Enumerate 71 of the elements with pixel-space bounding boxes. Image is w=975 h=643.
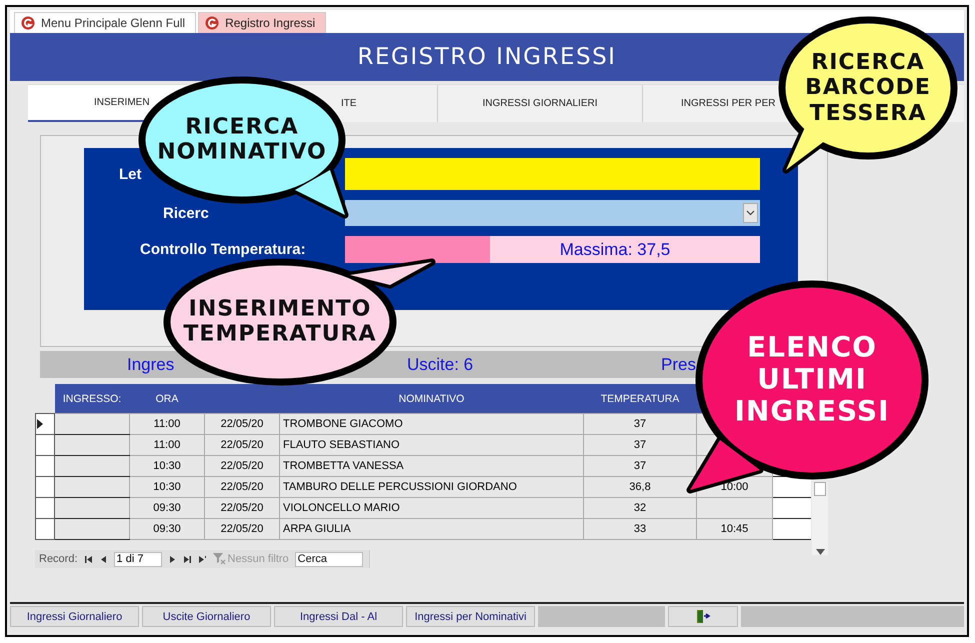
- table-cell: 36,8: [629, 481, 651, 493]
- report-button[interactable]: Ingressi Giornaliero: [10, 606, 139, 627]
- search-field[interactable]: Cerca: [294, 552, 363, 566]
- record-selector[interactable]: [36, 476, 54, 498]
- column-header: INGRESSO:: [62, 392, 122, 404]
- table-cell: 10:30: [153, 481, 181, 493]
- column-header: TEMPERATURA: [600, 392, 680, 404]
- chevron-down-icon: [746, 210, 755, 216]
- summary-count: Uscite: 6: [407, 354, 474, 374]
- table-cell: 09:30: [153, 502, 181, 514]
- next-record-icon[interactable]: [168, 554, 177, 564]
- max-temperature: Massima: 37,5: [560, 240, 670, 260]
- summary-count: Pres: [661, 354, 696, 374]
- last-record-icon[interactable]: [182, 554, 192, 564]
- column-header: ORA: [156, 392, 178, 404]
- table-cell: 11:00: [154, 418, 180, 430]
- scroll-down-icon[interactable]: [816, 549, 824, 555]
- record-selector[interactable]: [36, 414, 54, 434]
- exit-button[interactable]: [668, 606, 738, 627]
- table-cell: 22/05/20: [220, 418, 264, 430]
- table-cell: 22/05/20: [220, 481, 264, 493]
- table-cell: TROMBONE GIACOMO: [283, 418, 403, 430]
- new-record-icon[interactable]: [198, 554, 207, 564]
- table-cell: 09:30: [153, 523, 181, 535]
- document-tab[interactable]: Menu Principale Glenn Full: [14, 12, 196, 33]
- record-position-field[interactable]: 1 di 7: [114, 552, 162, 566]
- table-cell: 10:45: [720, 523, 748, 535]
- table-cell: 32: [634, 502, 646, 514]
- document-tab[interactable]: Registro Ingressi: [198, 12, 326, 33]
- table-cell: 37: [634, 439, 646, 451]
- app-icon: [21, 16, 35, 30]
- record-selector[interactable]: [36, 518, 54, 540]
- field-label: Ricerc: [163, 204, 209, 222]
- form-title: REGISTRO INGRESSI: [358, 44, 616, 70]
- scrollbar-thumb[interactable]: [814, 482, 826, 496]
- table-cell: ARPA GIULIA: [283, 523, 351, 535]
- previous-record-icon[interactable]: [98, 554, 108, 564]
- callout-text: INSERIMENTO TEMPERATURA: [183, 296, 377, 348]
- record-selector[interactable]: [36, 434, 54, 456]
- table-cell: 22/05/20: [220, 523, 264, 535]
- table-cell: 22/05/20: [220, 439, 264, 451]
- record-selector[interactable]: [36, 498, 54, 518]
- callout-text: ELENCO ULTIMI INGRESSI: [734, 332, 890, 428]
- table-cell: TROMBETTA VANESSA: [283, 460, 404, 472]
- table-cell: 10:00: [720, 481, 748, 493]
- field-label: Controllo Temperatura:: [140, 241, 306, 258]
- app-icon: [205, 16, 220, 30]
- table-cell: 11:00: [154, 439, 180, 451]
- filter-icon: [212, 553, 226, 565]
- barcode-field[interactable]: [345, 158, 760, 190]
- table-cell: 22/05/20: [220, 460, 264, 472]
- column-header: NOMINATIVO: [398, 392, 464, 404]
- current-record-icon: [36, 419, 44, 429]
- table-cell: 10:30: [153, 460, 181, 472]
- table-cell: VIOLONCELLO MARIO: [283, 502, 400, 514]
- scrollbar[interactable]: [812, 482, 828, 555]
- door-exit-icon: [695, 609, 711, 624]
- table-cell: 37: [634, 418, 646, 430]
- table-cell: 37: [634, 460, 646, 472]
- table-cell: TAMBURO DELLE PERCUSSIONI GIORDANO: [283, 481, 517, 493]
- record-selector[interactable]: [36, 456, 54, 476]
- report-button[interactable]: Ingressi per Nominativi: [406, 606, 535, 627]
- report-button[interactable]: Ingressi Dal - Al: [274, 606, 403, 627]
- summary-count: Ingres: [127, 354, 174, 374]
- first-record-icon[interactable]: [84, 554, 93, 564]
- field-label: Let: [119, 166, 142, 182]
- table-cell: 22/05/20: [220, 502, 264, 514]
- report-button[interactable]: Uscite Giornaliero: [142, 606, 271, 627]
- record-label: Record:: [39, 553, 78, 565]
- table-cell: 33: [634, 523, 646, 535]
- table-cell: FLAUTO SEBASTIANO: [283, 439, 400, 451]
